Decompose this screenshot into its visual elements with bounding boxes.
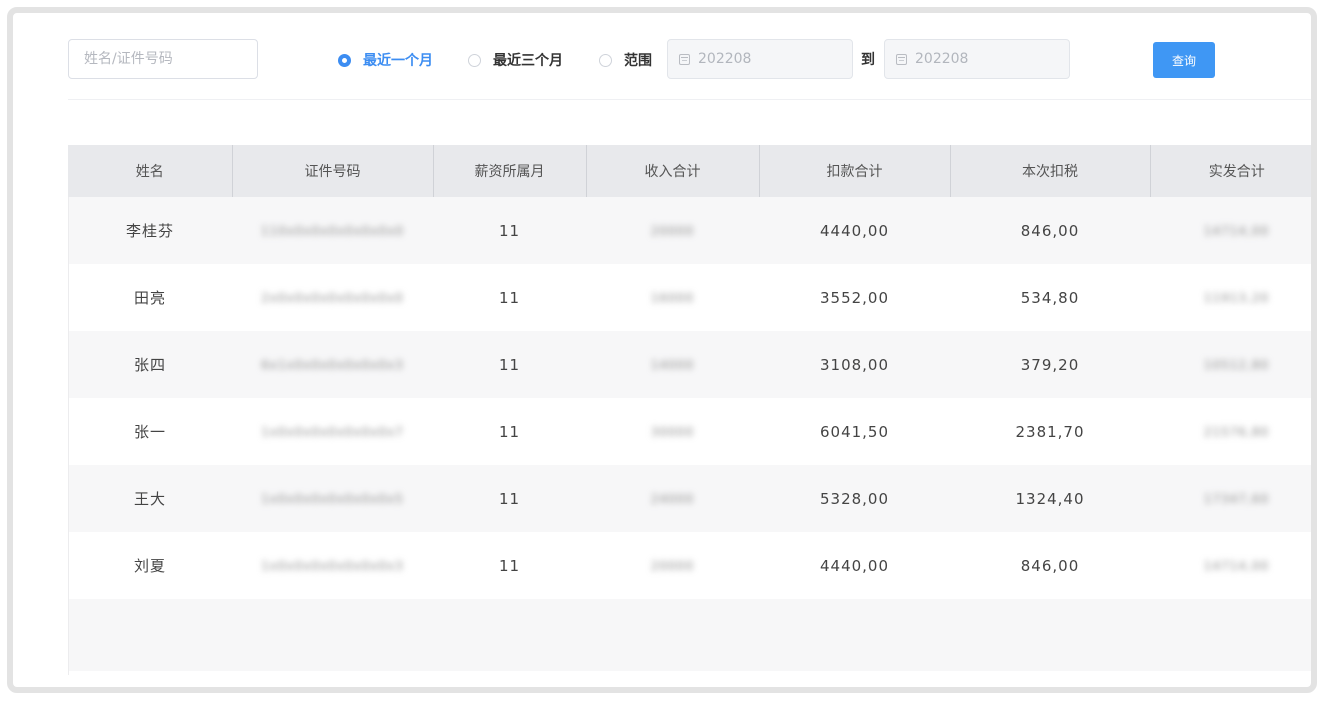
payroll-table-container: 姓名 证件号码 薪资所属月 收入合计 扣款合计 本次扣税 实发合计 李桂芬 11… [68,145,1311,675]
date-to-picker[interactable]: 202208 [884,39,1070,79]
cell-deduction: 4440,00 [819,556,890,575]
cell-name: 张四 [133,356,166,374]
radio-unchecked-icon [599,53,612,67]
cell-name: 田亮 [133,289,166,307]
table-row[interactable]: 王大 1x0x0x0x0x0x0x0x5 11 24000 5328,00 13… [68,465,1311,532]
table-empty-row [68,599,1311,671]
cell-income: 20000 [650,223,695,238]
cell-deduction: 4440,00 [819,221,890,240]
radio-recent-one-month[interactable]: 最近一个月 [338,50,433,70]
cell-income: 30000 [650,424,695,439]
cell-deduction: 5328,00 [819,489,890,508]
cell-month: 11 [498,221,521,240]
cell-tax: 846,00 [1020,221,1080,240]
calendar-icon [679,53,690,65]
search-input[interactable] [68,39,258,79]
radio-recent-three-months[interactable]: 最近三个月 [468,50,563,70]
query-button[interactable]: 查询 [1153,42,1215,78]
cell-deduction: 3552,00 [819,288,890,307]
cell-id: 1x0x0x0x0x0x0x0x3 [261,558,404,573]
cell-income: 20000 [650,558,695,573]
cell-net: 11913,20 [1203,290,1270,305]
column-header-tax: 本次扣税 [950,145,1151,197]
cell-net: 10512,80 [1203,357,1270,372]
cell-id: 1x0x0x0x0x0x0x0x7 [261,424,404,439]
cell-deduction: 6041,50 [819,422,890,441]
cell-tax: 534,80 [1020,288,1080,307]
calendar-icon [896,53,907,65]
cell-tax: 846,00 [1020,556,1080,575]
to-label: 到 [861,52,875,68]
cell-income: 14000 [650,357,695,372]
table-row[interactable]: 张四 6x1x0x0x0x0x0x0x3 11 14000 3108,00 37… [68,331,1311,398]
cell-id: 6x1x0x0x0x0x0x0x3 [261,357,404,372]
cell-income: 24000 [650,491,695,506]
cell-id: 110x0x0x0x0x0x0x0 [260,223,405,238]
cell-net: 17347,60 [1203,491,1270,506]
table-row[interactable]: 张一 1x0x0x0x0x0x0x0x7 11 30000 6041,50 23… [68,398,1311,465]
app-frame: 最近一个月 最近三个月 范围 202208 到 202208 查询 [7,7,1317,693]
table-row[interactable]: 田亮 2x0x0x0x0x0x0x0x0 11 16000 3552,00 53… [68,264,1311,331]
cell-net: 14714,00 [1203,223,1270,238]
cell-tax: 2381,70 [1015,422,1085,441]
column-header-net: 实发合计 [1208,164,1265,180]
toolbar-divider [68,99,1311,100]
radio-label: 范围 [624,53,652,69]
cell-name: 李桂芬 [125,222,174,240]
table-header-row: 姓名 证件号码 薪资所属月 收入合计 扣款合计 本次扣税 实发合计 [68,145,1311,197]
radio-label: 最近三个月 [493,53,563,69]
cell-deduction: 3108,00 [819,355,890,374]
cell-name: 刘夏 [133,557,166,575]
column-header-income: 收入合计 [586,145,760,197]
radio-label: 最近一个月 [363,53,433,69]
cell-month: 11 [498,355,521,374]
cell-name: 王大 [133,490,166,508]
payroll-table: 姓名 证件号码 薪资所属月 收入合计 扣款合计 本次扣税 实发合计 李桂芬 11… [68,145,1311,671]
column-header-deduction: 扣款合计 [759,145,951,197]
table-row[interactable]: 李桂芬 110x0x0x0x0x0x0x0 11 20000 4440,00 8… [68,197,1311,264]
filter-toolbar: 最近一个月 最近三个月 范围 202208 到 202208 查询 [68,38,1311,80]
cell-tax: 379,20 [1020,355,1080,374]
cell-month: 11 [498,422,521,441]
radio-checked-icon [338,53,351,67]
cell-month: 11 [498,288,521,307]
cell-income: 16000 [650,290,695,305]
table-row[interactable]: 刘夏 1x0x0x0x0x0x0x0x3 11 20000 4440,00 84… [68,532,1311,599]
column-header-name: 姓名 [68,145,233,197]
column-header-month: 薪资所属月 [433,145,587,197]
date-from-value: 202208 [698,51,752,67]
table-left-border [68,197,69,675]
empty-cell [68,599,1311,671]
cell-id: 2x0x0x0x0x0x0x0x0 [261,290,404,305]
cell-net: 21576,80 [1203,424,1270,439]
date-to-value: 202208 [915,51,969,67]
cell-net: 14714,00 [1203,558,1270,573]
cell-month: 11 [498,489,521,508]
cell-month: 11 [498,556,521,575]
cell-id: 1x0x0x0x0x0x0x0x5 [261,491,404,506]
cell-tax: 1324,40 [1015,489,1085,508]
radio-range[interactable]: 范围 [599,50,652,70]
date-from-picker[interactable]: 202208 [667,39,853,79]
column-header-id: 证件号码 [232,145,434,197]
radio-unchecked-icon [468,53,481,67]
cell-name: 张一 [133,423,166,441]
